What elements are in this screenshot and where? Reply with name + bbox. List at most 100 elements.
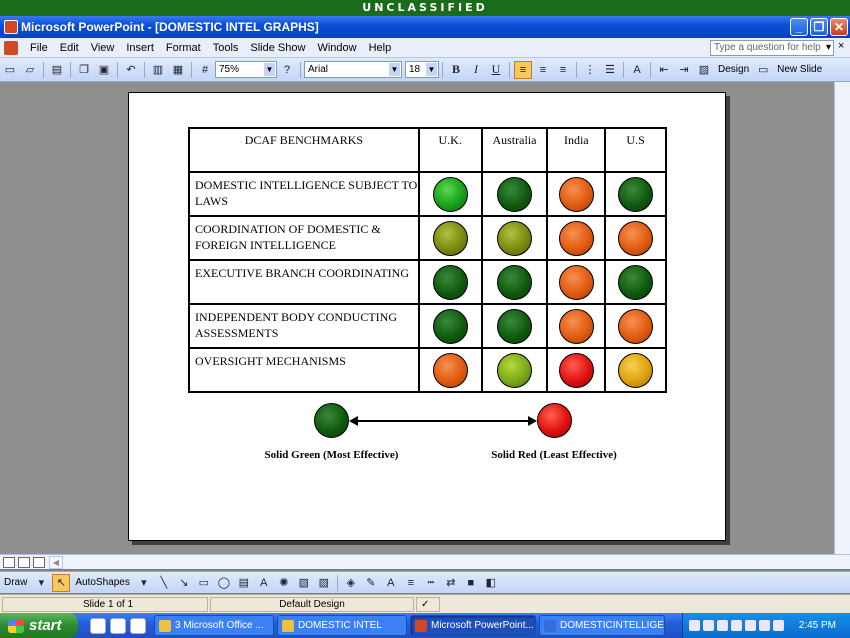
chevron-down-icon[interactable]: ▾: [135, 574, 153, 592]
start-button[interactable]: start: [0, 613, 78, 638]
menu-insert[interactable]: Insert: [120, 42, 160, 54]
tray-icon[interactable]: [759, 620, 770, 631]
font-color-icon[interactable]: A: [382, 574, 400, 592]
insert-table-icon[interactable]: ▦: [169, 61, 187, 79]
taskbar-item-word[interactable]: DOMESTICINTELLIGE...: [539, 615, 665, 636]
horizontal-scrollbar[interactable]: ◀: [0, 554, 850, 569]
tray-icon[interactable]: [745, 620, 756, 631]
menu-window[interactable]: Window: [311, 42, 362, 54]
powerpoint-app-icon[interactable]: [4, 20, 18, 34]
restore-button[interactable]: ❐: [810, 18, 828, 36]
rating-cell: [546, 303, 607, 349]
minimize-button[interactable]: _: [790, 18, 808, 36]
copy-icon[interactable]: ❐: [75, 61, 93, 79]
scroll-left-icon[interactable]: ◀: [49, 555, 63, 569]
new-slide-icon[interactable]: ▭: [754, 61, 772, 79]
select-pointer-icon[interactable]: ↖: [52, 573, 71, 592]
picture-icon[interactable]: ▨: [315, 574, 333, 592]
autoshapes-menu-button[interactable]: AutoShapes: [75, 577, 130, 588]
slide-count-status: Slide 1 of 1: [2, 596, 208, 612]
decrease-indent-icon[interactable]: ⇤: [655, 61, 673, 79]
menu-tools[interactable]: Tools: [207, 42, 245, 54]
help-search-input[interactable]: Type a question for help: [710, 40, 834, 56]
chevron-down-icon[interactable]: ▼: [264, 63, 275, 76]
menu-edit[interactable]: Edit: [54, 42, 85, 54]
bullets-icon[interactable]: ☰: [601, 61, 619, 79]
taskbar-item-office[interactable]: 3 Microsoft Office ...: [154, 615, 274, 636]
menu-file[interactable]: File: [24, 42, 54, 54]
insert-chart-icon[interactable]: ▥: [149, 61, 167, 79]
bold-button[interactable]: B: [447, 61, 465, 79]
undo-icon[interactable]: ↶: [122, 61, 140, 79]
taskbar-item-domestic-intel[interactable]: DOMESTIC INTEL: [277, 615, 407, 636]
chevron-down-icon[interactable]: ▾: [32, 574, 50, 592]
menu-view[interactable]: View: [85, 42, 121, 54]
grid-icon[interactable]: #: [196, 61, 214, 79]
increase-indent-icon[interactable]: ⇥: [675, 61, 693, 79]
slide-canvas[interactable]: DCAF BENCHMARKS U.K. Australia India U.S…: [128, 92, 726, 541]
taskbar-item-powerpoint[interactable]: Microsoft PowerPoint...: [410, 615, 536, 636]
slide-show-view-icon[interactable]: [33, 556, 45, 568]
arrow-icon[interactable]: ↘: [175, 574, 193, 592]
print-icon[interactable]: ▤: [48, 61, 66, 79]
benchmark-table[interactable]: DCAF BENCHMARKS U.K. Australia India U.S…: [188, 127, 667, 393]
rating-cell: [417, 215, 483, 261]
align-left-icon[interactable]: ≡: [514, 60, 532, 79]
font-select[interactable]: Arial ▼: [304, 61, 402, 78]
slide-sorter-view-icon[interactable]: [18, 556, 30, 568]
tray-icon[interactable]: [703, 620, 714, 631]
tray-icon[interactable]: [689, 620, 700, 631]
dash-style-icon[interactable]: ┅: [422, 574, 440, 592]
line-color-icon[interactable]: ✎: [362, 574, 380, 592]
rating-cell: [480, 259, 549, 305]
menu-help[interactable]: Help: [363, 42, 398, 54]
rectangle-icon[interactable]: ▭: [195, 574, 213, 592]
explorer-icon[interactable]: [130, 617, 146, 634]
open-icon[interactable]: ▱: [21, 61, 39, 79]
close-button[interactable]: ✕: [830, 18, 848, 36]
paste-icon[interactable]: ▣: [95, 61, 113, 79]
tray-icon[interactable]: [773, 620, 784, 631]
new-icon[interactable]: ▭: [1, 61, 19, 79]
line-icon[interactable]: ╲: [155, 574, 173, 592]
italic-button[interactable]: I: [467, 61, 485, 79]
tray-icon[interactable]: [717, 620, 728, 631]
document-icon[interactable]: [4, 40, 18, 55]
3d-style-icon[interactable]: ◧: [482, 574, 500, 592]
arrow-style-icon[interactable]: ⇄: [442, 574, 460, 592]
align-center-icon[interactable]: ≡: [534, 61, 552, 79]
align-right-icon[interactable]: ≡: [554, 61, 572, 79]
design-icon[interactable]: ▨: [695, 61, 713, 79]
line-style-icon[interactable]: ≡: [402, 574, 420, 592]
chevron-down-icon[interactable]: ▼: [426, 63, 437, 76]
help-icon[interactable]: ?: [278, 61, 296, 79]
shadow-icon[interactable]: ■: [462, 574, 480, 592]
spell-check-icon[interactable]: ✓: [416, 596, 440, 612]
chevron-down-icon[interactable]: ▼: [389, 63, 400, 76]
vertical-scrollbar[interactable]: [834, 82, 850, 554]
outlook-icon[interactable]: [110, 617, 126, 634]
diagram-icon[interactable]: ✺: [275, 574, 293, 592]
design-button[interactable]: Design: [718, 64, 749, 75]
increase-font-icon[interactable]: A: [628, 61, 646, 79]
menu-format[interactable]: Format: [160, 42, 207, 54]
normal-view-icon[interactable]: [3, 556, 15, 568]
zoom-select[interactable]: 75% ▼: [215, 61, 277, 78]
underline-button[interactable]: U: [487, 61, 505, 79]
clip-art-icon[interactable]: ▧: [295, 574, 313, 592]
close-document-button[interactable]: ×: [838, 40, 844, 52]
ie-icon[interactable]: [90, 617, 106, 634]
rating-cell: [480, 347, 549, 393]
new-slide-button[interactable]: New Slide: [777, 64, 822, 75]
font-size-select[interactable]: 18 ▼: [405, 61, 439, 78]
window-titlebar[interactable]: Microsoft PowerPoint - [DOMESTIC INTEL G…: [0, 16, 850, 38]
draw-menu-button[interactable]: Draw: [4, 577, 27, 588]
legend-label-most-effective: Solid Green (Most Effective): [264, 449, 399, 461]
wordart-icon[interactable]: A: [255, 574, 273, 592]
oval-icon[interactable]: ◯: [215, 574, 233, 592]
numbering-icon[interactable]: ⋮: [581, 61, 599, 79]
tray-icon[interactable]: [731, 620, 742, 631]
fill-color-icon[interactable]: ◈: [342, 574, 360, 592]
menu-slide-show[interactable]: Slide Show: [244, 42, 311, 54]
text-box-icon[interactable]: ▤: [235, 574, 253, 592]
